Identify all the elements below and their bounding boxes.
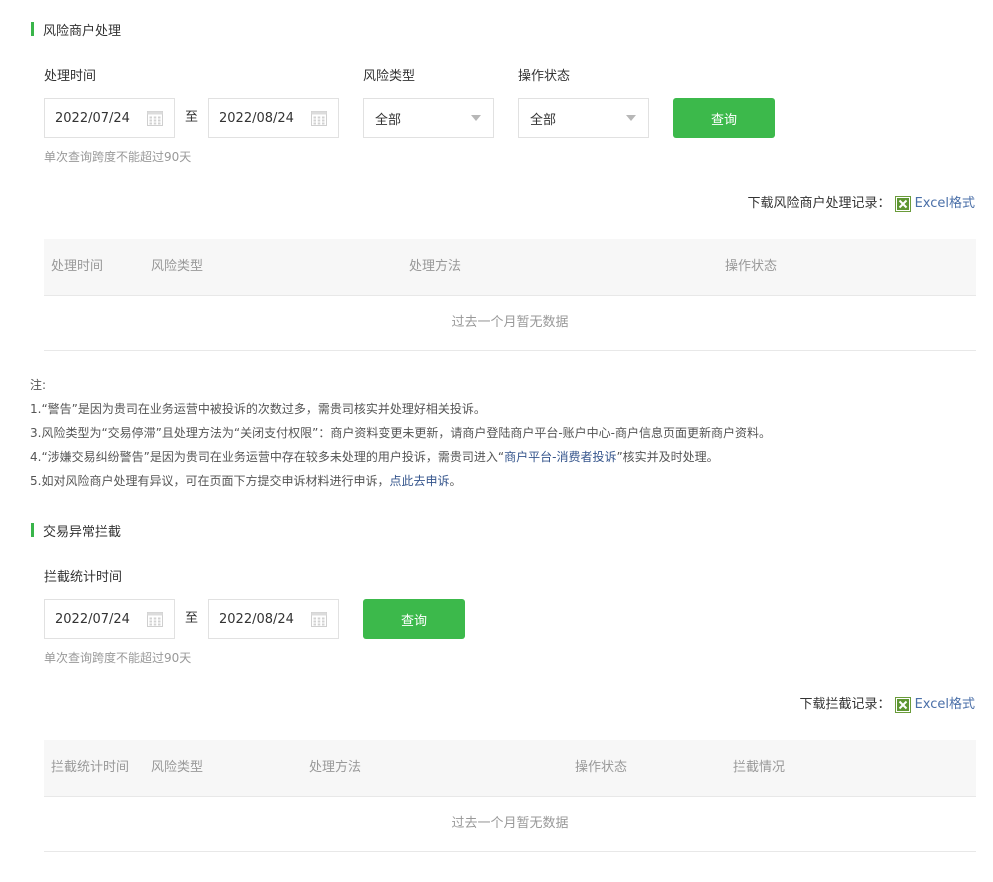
calendar-icon xyxy=(310,610,328,628)
intercept-time-label: 拦截统计时间 xyxy=(44,570,123,585)
notes-block: 注: 1.“警告”是因为贵司在业务运营中被投诉的次数过多，需贵司核实并处理好相关… xyxy=(30,373,771,493)
column-header: 风险类型 xyxy=(151,259,204,274)
intercept-section-title-text: 交易异常拦截 xyxy=(43,524,122,540)
risk-excel-download-link[interactable]: Excel格式 xyxy=(915,195,975,213)
column-header: 操作状态 xyxy=(725,259,778,274)
column-header: 拦截情况 xyxy=(733,760,786,775)
title-accent-bar xyxy=(31,22,34,36)
note-text: ”核实并及时处理。 xyxy=(616,450,719,464)
chevron-down-icon xyxy=(471,115,481,121)
calendar-icon xyxy=(310,109,328,127)
intercept-download-row: 下载拦截记录： Excel格式 xyxy=(800,696,975,714)
note-line: 4.“涉嫌交易纠纷警告”是因为贵司在业务运营中存在较多未处理的用户投诉，需贵司进… xyxy=(30,445,771,469)
table-header: 处理时间 风险类型 处理方法 操作状态 xyxy=(44,239,976,296)
risk-section-title-text: 风险商户处理 xyxy=(43,23,122,39)
intercept-start-date-value: 2022/07/24 xyxy=(55,611,130,627)
processing-time-label: 处理时间 xyxy=(44,69,97,84)
note-text: 5.如对风险商户处理有异议，可在页面下方提交申诉材料进行申诉， xyxy=(30,474,390,488)
column-header: 处理方法 xyxy=(309,760,362,775)
page: 风险商户处理 处理时间 风险类型 操作状态 2022/07/24 至 2022/… xyxy=(0,0,993,882)
risk-section-title: 风险商户处理 xyxy=(31,21,122,39)
date-range-separator: 至 xyxy=(185,611,199,626)
operation-status-select-value: 全部 xyxy=(530,112,557,128)
calendar-icon xyxy=(146,610,164,628)
excel-icon[interactable] xyxy=(894,697,911,713)
excel-icon[interactable] xyxy=(894,196,911,212)
intercept-end-date-value: 2022/08/24 xyxy=(219,611,294,627)
risk-download-label: 下载风险商户处理记录： xyxy=(747,196,891,211)
column-header: 操作状态 xyxy=(575,760,628,775)
notes-heading: 注: xyxy=(30,378,47,392)
operation-status-select[interactable]: 全部 xyxy=(518,98,649,138)
chevron-down-icon xyxy=(626,115,636,121)
intercept-records-table: 拦截统计时间 风险类型 处理方法 操作状态 拦截情况 过去一个月暂无数据 xyxy=(44,740,976,852)
column-header: 风险类型 xyxy=(151,760,204,775)
table-empty-message: 过去一个月暂无数据 xyxy=(44,797,976,852)
intercept-section-title: 交易异常拦截 xyxy=(31,522,122,540)
intercept-download-label: 下载拦截记录： xyxy=(799,697,891,712)
note-text: 。 xyxy=(449,474,462,488)
appeal-link[interactable]: 点此去申诉 xyxy=(389,474,449,488)
risk-type-select[interactable]: 全部 xyxy=(363,98,494,138)
intercept-end-date-input[interactable]: 2022/08/24 xyxy=(208,599,339,639)
note-line: 1.“警告”是因为贵司在业务运营中被投诉的次数过多，需贵司核实并处理好相关投诉。 xyxy=(30,402,486,416)
risk-download-row: 下载风险商户处理记录： Excel格式 xyxy=(748,195,975,213)
risk-type-label: 风险类型 xyxy=(363,69,416,84)
intercept-excel-download-link[interactable]: Excel格式 xyxy=(915,696,975,714)
risk-end-date-value: 2022/08/24 xyxy=(219,110,294,126)
intercept-query-button[interactable]: 查询 xyxy=(363,599,465,639)
risk-start-date-value: 2022/07/24 xyxy=(55,110,130,126)
complaint-platform-link[interactable]: 商户平台-消费者投诉 xyxy=(504,450,616,464)
note-line: 5.如对风险商户处理有异议，可在页面下方提交申诉材料进行申诉，点此去申诉。 xyxy=(30,469,771,493)
risk-end-date-input[interactable]: 2022/08/24 xyxy=(208,98,339,138)
risk-start-date-input[interactable]: 2022/07/24 xyxy=(44,98,175,138)
title-accent-bar xyxy=(31,523,34,537)
risk-type-select-value: 全部 xyxy=(375,112,402,128)
column-header: 拦截统计时间 xyxy=(51,760,130,775)
note-line: 3.风险类型为“交易停滞”且处理方法为“关闭支付权限”：商户资料变更未更新，请商… xyxy=(30,426,771,440)
table-header: 拦截统计时间 风险类型 处理方法 操作状态 拦截情况 xyxy=(44,740,976,797)
date-range-separator: 至 xyxy=(185,110,199,125)
risk-range-hint: 单次查询跨度不能超过90天 xyxy=(44,150,192,164)
column-header: 处理方法 xyxy=(409,259,462,274)
column-header: 处理时间 xyxy=(51,259,104,274)
risk-records-table: 处理时间 风险类型 处理方法 操作状态 过去一个月暂无数据 xyxy=(44,239,976,351)
table-empty-message: 过去一个月暂无数据 xyxy=(44,296,976,351)
note-text: 4.“涉嫌交易纠纷警告”是因为贵司在业务运营中存在较多未处理的用户投诉，需贵司进… xyxy=(30,450,505,464)
operation-status-label: 操作状态 xyxy=(518,69,571,84)
intercept-start-date-input[interactable]: 2022/07/24 xyxy=(44,599,175,639)
risk-query-button[interactable]: 查询 xyxy=(673,98,775,138)
calendar-icon xyxy=(146,109,164,127)
intercept-range-hint: 单次查询跨度不能超过90天 xyxy=(44,651,192,665)
